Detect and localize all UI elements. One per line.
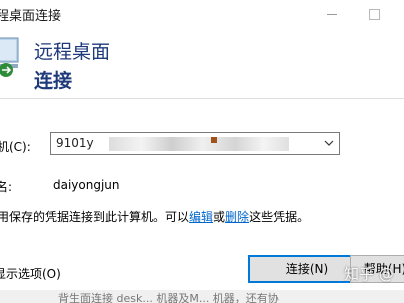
chevron-down-icon[interactable] [323,136,335,150]
remote-desktop-icon [0,37,19,77]
computer-label: 机(C): [0,140,31,154]
edit-credentials-link[interactable]: 编辑 [189,210,213,224]
minimize-button[interactable] [320,0,344,30]
username-label: 名: [0,180,13,194]
window-title: 程桌面连接 [0,9,62,24]
computer-value: 9101y [56,136,94,150]
header-title-line2: 连接 [34,70,73,92]
background-text: 背生面连接 desk... 机器及M... 机器，还有协 [58,292,279,303]
computer-combobox[interactable]: 9101y [50,132,340,155]
title-bar: 程桌面连接 [0,0,404,30]
cred-text-or: 或 [213,210,226,224]
redacted-region [109,137,289,151]
cred-text-prefix: 用保存的凭据连接到此计算机。可以 [0,210,190,224]
header-title-line1: 远程桌面 [34,41,111,63]
dialog-header: 远程桌面 连接 [0,30,404,99]
show-options-toggle[interactable]: 显示选项(O) [0,265,61,282]
saved-credentials-text: 用保存的凭据连接到此计算机。可以编辑或删除这些凭据。 [0,208,309,225]
redacted-mark [211,137,217,143]
cred-text-suffix: 这些凭据。 [249,210,310,224]
background-strip: 背生面连接 desk... 机器及M... 机器，还有协 [0,290,404,303]
username-value: daiyongjun [53,178,120,192]
maximize-button[interactable] [362,0,386,30]
delete-credentials-link[interactable]: 删除 [225,210,249,224]
watermark: 知乎 @ [344,265,394,283]
